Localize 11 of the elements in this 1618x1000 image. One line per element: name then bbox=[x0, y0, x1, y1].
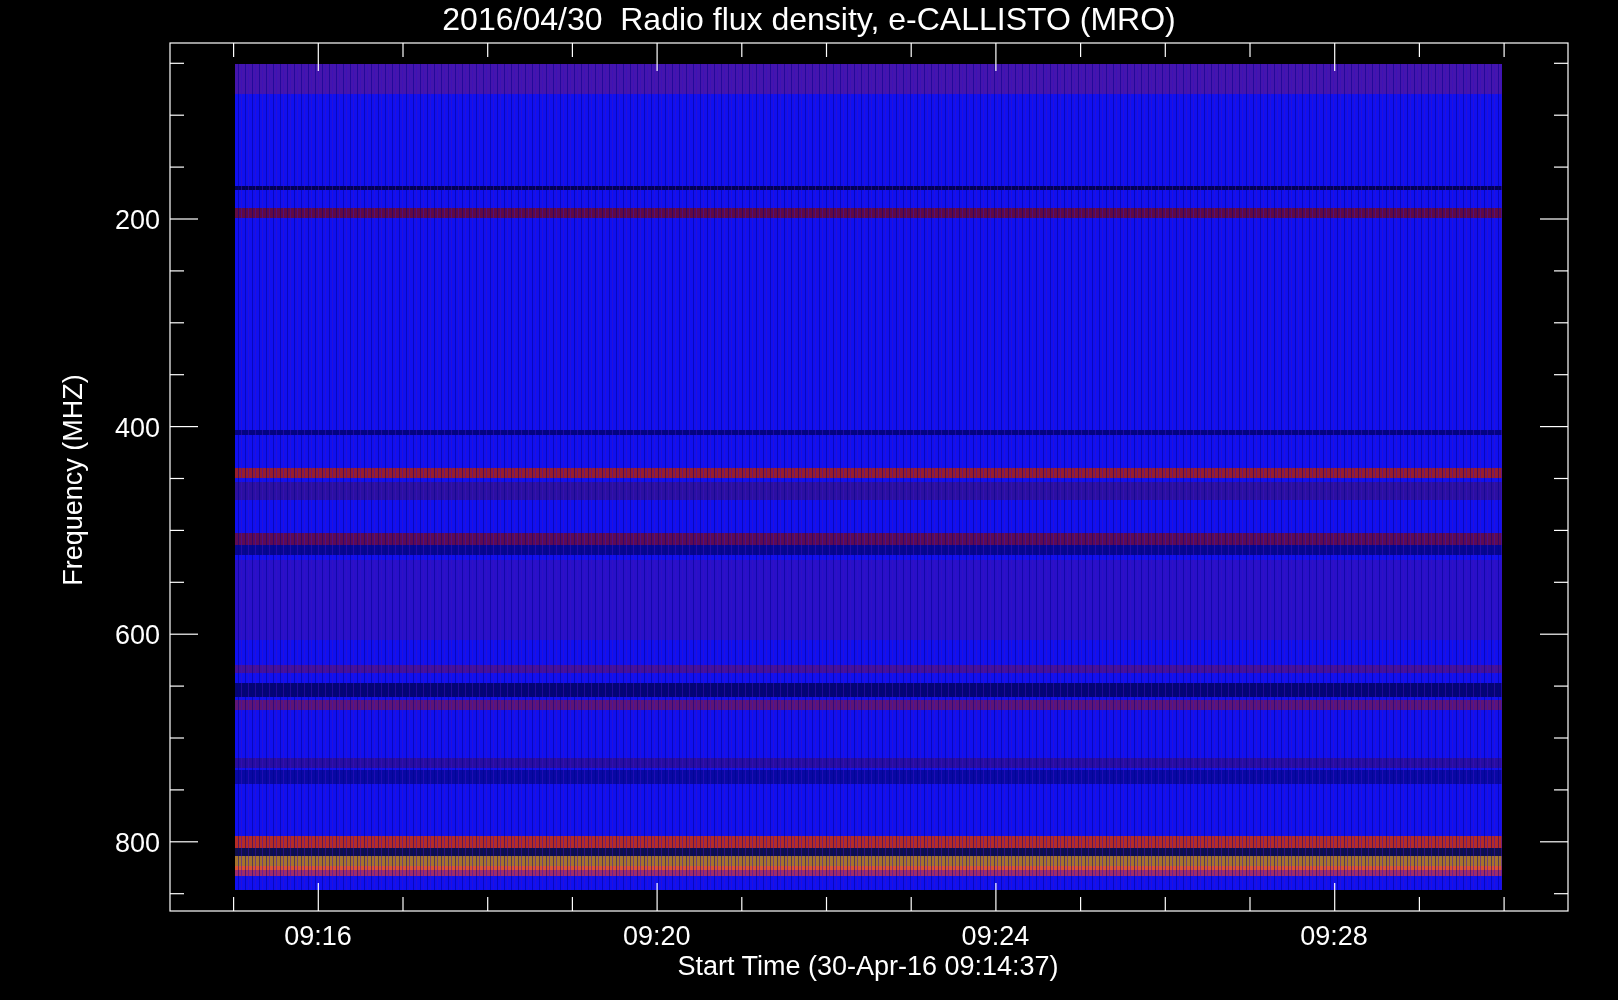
y-tick-label: 800 bbox=[114, 827, 160, 858]
y-tick-label: 200 bbox=[114, 205, 160, 235]
x-tick-label: 09:16 bbox=[284, 921, 352, 951]
chart-title: 2016/04/30 Radio flux density, e-CALLISTO (MRO) bbox=[442, 1, 1176, 37]
y-tick-label: 400 bbox=[114, 412, 160, 443]
x-axis-label: Start Time (30-Apr-16 09:14:37) bbox=[677, 951, 1059, 981]
x-tick-label: 09:24 bbox=[961, 921, 1030, 951]
y-axis-label: Frequency (MHZ) bbox=[58, 374, 88, 586]
y-tick-label: 600 bbox=[114, 620, 160, 650]
x-tick-label: 09:20 bbox=[622, 921, 691, 951]
x-tick-label: 09:28 bbox=[1300, 921, 1368, 951]
